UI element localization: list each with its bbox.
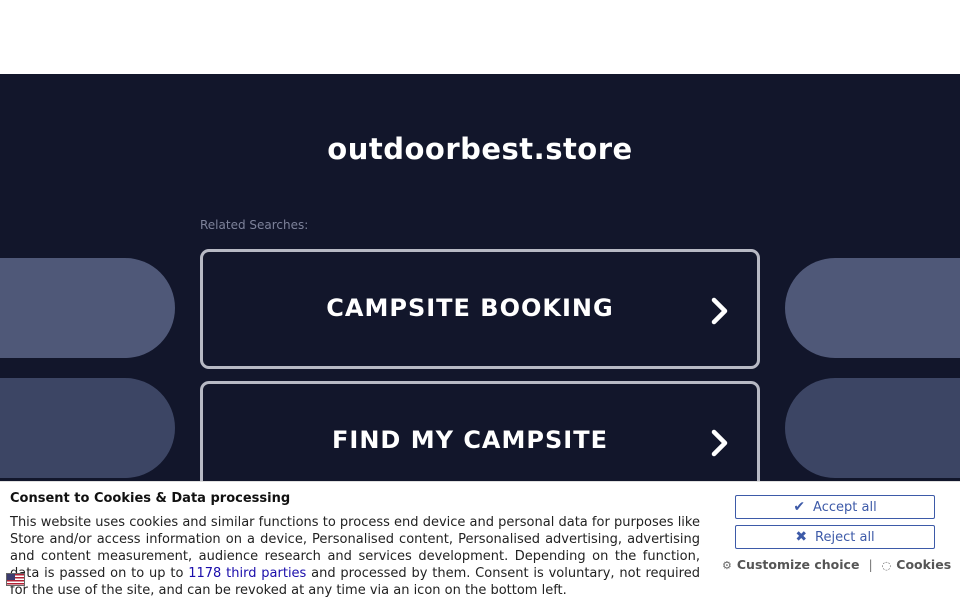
site-title: outdoorbest.store xyxy=(327,132,633,166)
cookie-icon: ◌ xyxy=(881,559,892,572)
consent-title: Consent to Cookies & Data processing xyxy=(10,491,291,506)
reject-all-label: Reject all xyxy=(815,530,875,545)
accept-all-label: Accept all xyxy=(813,500,877,515)
consent-links: ⚙ Customize choice | ◌ Cookies xyxy=(722,557,951,572)
gear-icon: ⚙ xyxy=(722,559,732,572)
flag-icon[interactable] xyxy=(6,573,25,586)
customize-choice-label: Customize choice xyxy=(736,557,860,572)
chevron-right-icon xyxy=(711,429,728,457)
search-link-label: CAMPSITE BOOKING xyxy=(326,294,614,322)
accept-all-button[interactable]: ✔ Accept all xyxy=(735,495,935,519)
check-icon: ✔ xyxy=(793,499,806,515)
search-link-label: FIND MY CAMPSITE xyxy=(332,426,608,454)
related-searches-label: Related Searches: xyxy=(200,218,309,232)
link-separator: | xyxy=(868,557,873,572)
cookie-consent-banner: Consent to Cookies & Data processing Thi… xyxy=(0,481,960,601)
decorative-pill-right-1 xyxy=(785,258,960,358)
decorative-pill-right-2 xyxy=(785,378,960,478)
cookies-link[interactable]: ◌ Cookies xyxy=(882,557,951,572)
top-blank-area xyxy=(0,0,960,74)
chevron-right-icon xyxy=(711,297,728,325)
x-icon: ✖ xyxy=(795,529,808,545)
customize-choice-link[interactable]: ⚙ Customize choice xyxy=(722,557,859,572)
decorative-pill-left-1 xyxy=(0,258,175,358)
decorative-pill-left-2 xyxy=(0,378,175,478)
reject-all-button[interactable]: ✖ Reject all xyxy=(735,525,935,549)
cookies-label: Cookies xyxy=(896,557,952,572)
search-link-campsite-booking[interactable]: CAMPSITE BOOKING xyxy=(200,249,760,369)
consent-text: This website uses cookies and similar fu… xyxy=(10,514,700,599)
third-parties-link[interactable]: 1178 third parties xyxy=(188,566,306,581)
